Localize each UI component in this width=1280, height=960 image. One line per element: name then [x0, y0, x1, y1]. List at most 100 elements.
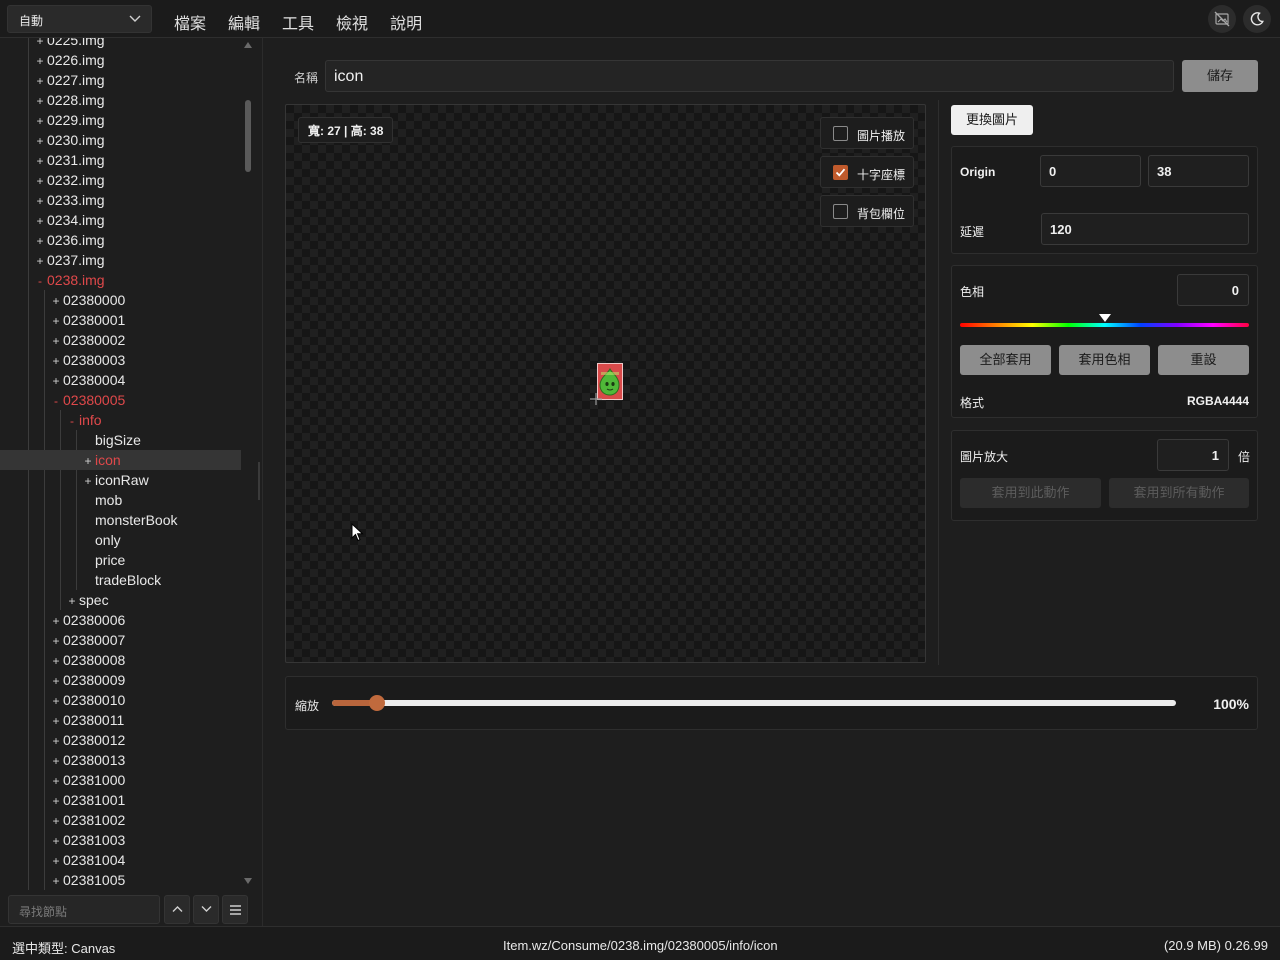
expand-icon[interactable]: +	[35, 191, 45, 211]
tree-node[interactable]: +0234.img	[0, 210, 241, 230]
node-search-input[interactable]: 尋找節點	[8, 895, 160, 924]
expand-icon[interactable]: +	[51, 311, 61, 331]
menu-edit[interactable]: 編輯	[228, 10, 260, 34]
animate-checkbox[interactable]	[833, 126, 848, 141]
name-input[interactable]: icon	[325, 60, 1174, 92]
canvas-viewer[interactable]: 寬: 27 | 高: 38 圖片播放 十字座標 背包欄位	[285, 104, 926, 663]
expand-icon[interactable]: +	[35, 151, 45, 171]
expand-icon[interactable]: +	[51, 691, 61, 711]
tree-node[interactable]: +02380009	[0, 670, 241, 690]
tree-node[interactable]: +02380003	[0, 350, 241, 370]
expand-icon[interactable]: +	[51, 791, 61, 811]
tree-node[interactable]: +02380010	[0, 690, 241, 710]
tree-node[interactable]: + spec	[0, 590, 241, 610]
menu-help[interactable]: 說明	[390, 10, 422, 34]
tree-node[interactable]: +0232.img	[0, 170, 241, 190]
menu-tools[interactable]: 工具	[282, 10, 314, 34]
inventory-slot-checkbox[interactable]	[833, 204, 848, 219]
tree-node[interactable]: - info	[0, 410, 241, 430]
expand-icon[interactable]: +	[35, 51, 45, 71]
expand-icon[interactable]: +	[51, 831, 61, 851]
expand-icon[interactable]: +	[51, 331, 61, 351]
expand-icon[interactable]: +	[51, 651, 61, 671]
tree-node[interactable]: +02381003	[0, 830, 241, 850]
tree-node[interactable]: +0227.img	[0, 70, 241, 90]
expand-icon[interactable]: +	[51, 671, 61, 691]
tree-node[interactable]: +02380001	[0, 310, 241, 330]
reset-button[interactable]: 重設	[1158, 345, 1249, 375]
collapse-icon[interactable]: -	[67, 411, 77, 431]
expand-icon[interactable]: +	[35, 211, 45, 231]
tree-node[interactable]: monsterBook	[0, 510, 241, 530]
tree-node[interactable]: +0233.img	[0, 190, 241, 210]
option-animate[interactable]: 圖片播放	[820, 117, 914, 149]
expand-icon[interactable]: +	[35, 171, 45, 191]
tree-node[interactable]: +0226.img	[0, 50, 241, 70]
expand-icon[interactable]: +	[51, 351, 61, 371]
hue-input[interactable]: 0	[1177, 274, 1249, 306]
mode-select[interactable]: 自動	[7, 5, 152, 33]
option-crosshair[interactable]: 十字座標	[820, 156, 914, 188]
tree-node[interactable]: bigSize	[0, 430, 241, 450]
tree-node[interactable]: +0225.img	[0, 38, 241, 50]
tree-node[interactable]: +02381001	[0, 790, 241, 810]
theme-toggle[interactable]	[1243, 5, 1271, 33]
origin-x-input[interactable]: 0	[1040, 155, 1141, 187]
zoom-slider[interactable]	[332, 695, 1176, 711]
scroll-up-icon[interactable]	[244, 42, 252, 48]
apply-all-button[interactable]: 全部套用	[960, 345, 1051, 375]
expand-icon[interactable]: +	[51, 751, 61, 771]
change-image-button[interactable]: 更換圖片	[951, 105, 1033, 135]
tree-node[interactable]: +02381000	[0, 770, 241, 790]
apply-this-action-button[interactable]: 套用到此動作	[960, 478, 1101, 508]
tree-menu-button[interactable]	[222, 895, 248, 924]
tree-node[interactable]: +02380002	[0, 330, 241, 350]
tree-node[interactable]: +02380004	[0, 370, 241, 390]
apply-all-actions-button[interactable]: 套用到所有動作	[1109, 478, 1249, 508]
origin-y-input[interactable]: 38	[1148, 155, 1249, 187]
expand-icon[interactable]: +	[35, 111, 45, 131]
tree-node[interactable]: +0230.img	[0, 130, 241, 150]
tree-node[interactable]: + icon	[0, 450, 241, 470]
tree-node[interactable]: +02380013	[0, 750, 241, 770]
option-inventory-slot[interactable]: 背包欄位	[820, 195, 914, 227]
save-button[interactable]: 儲存	[1182, 60, 1258, 92]
scroll-down-icon[interactable]	[244, 878, 252, 884]
tree-node[interactable]: +02380006	[0, 610, 241, 630]
crosshair-checkbox[interactable]	[833, 165, 848, 180]
tree-node[interactable]: +02381004	[0, 850, 241, 870]
hue-slider-thumb-icon[interactable]	[1099, 314, 1111, 322]
expand-icon[interactable]: +	[35, 131, 45, 151]
search-prev-button[interactable]	[164, 895, 190, 924]
expand-icon[interactable]: +	[51, 611, 61, 631]
zoom-slider-thumb[interactable]	[369, 695, 385, 711]
expand-icon[interactable]: +	[51, 771, 61, 791]
tree-node[interactable]: +02380008	[0, 650, 241, 670]
delay-input[interactable]: 120	[1041, 213, 1249, 245]
tree-node[interactable]: +0237.img	[0, 250, 241, 270]
expand-icon[interactable]: +	[51, 631, 61, 651]
tree-node[interactable]: +0228.img	[0, 90, 241, 110]
expand-icon[interactable]: +	[51, 851, 61, 871]
expand-icon[interactable]: +	[51, 711, 61, 731]
menu-view[interactable]: 檢視	[336, 10, 368, 34]
expand-icon[interactable]: +	[51, 871, 61, 890]
tree-node[interactable]: -0238.img	[0, 270, 241, 290]
tree-node[interactable]: +0236.img	[0, 230, 241, 250]
tree-node[interactable]: only	[0, 530, 241, 550]
expand-icon[interactable]: +	[51, 731, 61, 751]
search-next-button[interactable]	[193, 895, 219, 924]
apply-hue-button[interactable]: 套用色相	[1059, 345, 1150, 375]
expand-icon[interactable]: +	[51, 371, 61, 391]
tree-node[interactable]: +0231.img	[0, 150, 241, 170]
tree-node[interactable]: +02380011	[0, 710, 241, 730]
scrollbar-thumb[interactable]	[245, 100, 251, 172]
menu-file[interactable]: 檔案	[174, 10, 206, 34]
collapse-icon[interactable]: -	[35, 271, 45, 291]
scale-input[interactable]: 1	[1157, 439, 1229, 471]
expand-icon[interactable]: +	[51, 291, 61, 311]
tree-node[interactable]: tradeBlock	[0, 570, 241, 590]
tree-scrollbar[interactable]	[242, 38, 254, 890]
expand-icon[interactable]: +	[35, 251, 45, 271]
tree-node[interactable]: +02381002	[0, 810, 241, 830]
